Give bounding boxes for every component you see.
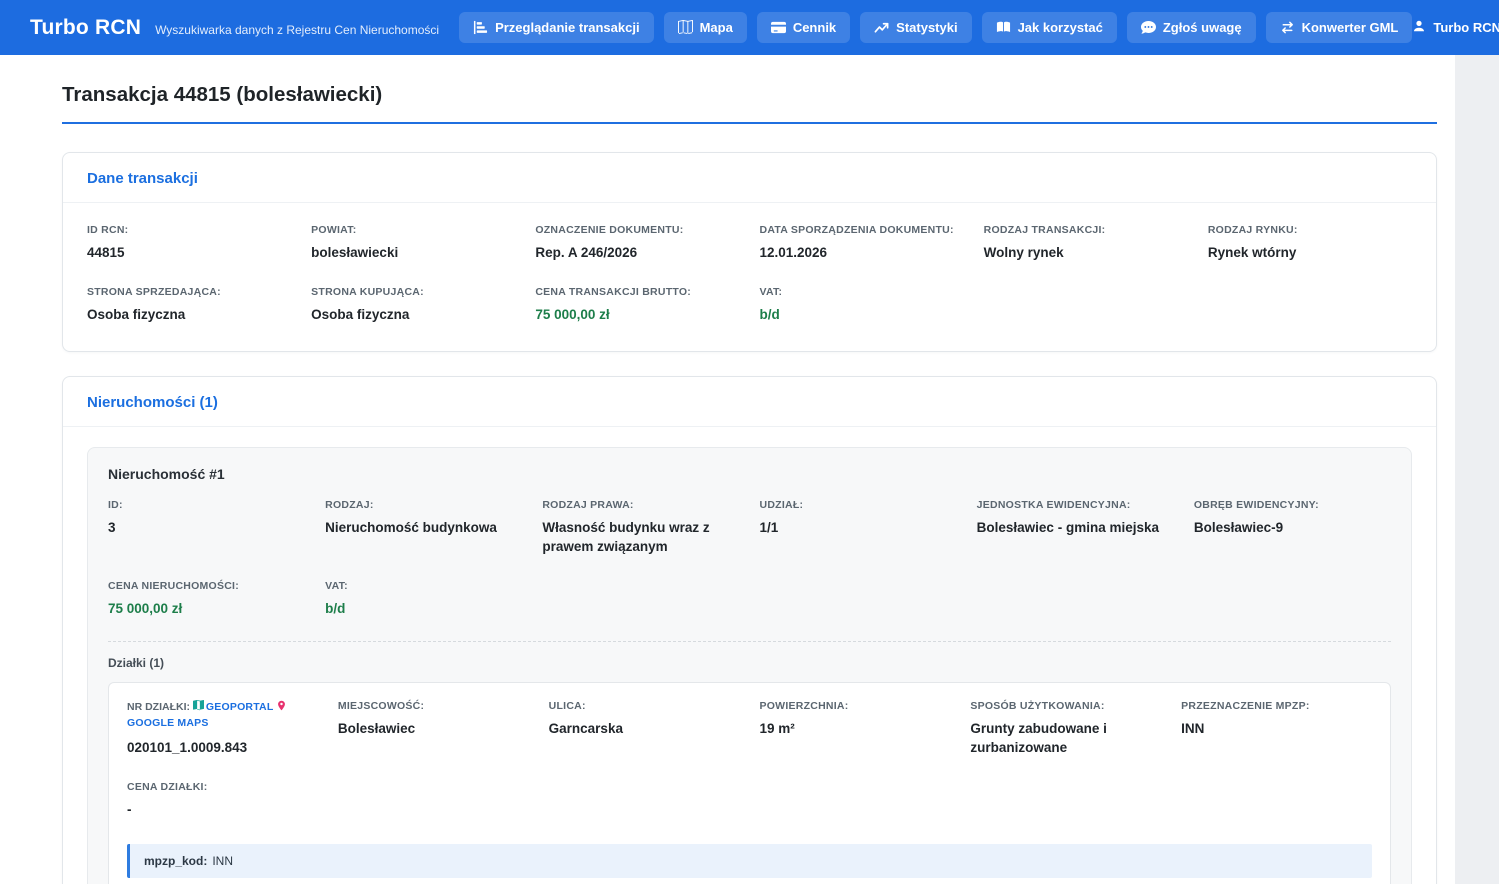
nav-label: Mapa	[700, 20, 733, 35]
nav-gml-converter-button[interactable]: Konwerter GML	[1266, 12, 1413, 43]
geoportal-map-icon	[193, 701, 206, 713]
nav-how-to-use-button[interactable]: Jak korzystać	[982, 12, 1117, 43]
brand: Turbo RCN Wyszukiwarka danych z Rejestru…	[30, 16, 439, 40]
brand-subtitle: Wyszukiwarka danych z Rejestru Cen Nieru…	[155, 23, 439, 37]
nav-map-button[interactable]: Mapa	[664, 12, 747, 43]
transaction-card-header: Dane transakcji	[63, 153, 1436, 203]
field-strona-sprzedajaca: STRONA SPRZEDAJĄCA: Osoba fizyczna	[87, 285, 291, 325]
chat-icon	[1141, 20, 1156, 35]
property-1-title: Nieruchomość #1	[108, 466, 1391, 482]
parcel-number-value: 020101_1.0009.843	[127, 739, 318, 758]
google-maps-pin-icon	[276, 701, 289, 713]
top-navbar: Turbo RCN Wyszukiwarka danych z Rejestru…	[0, 0, 1499, 55]
property-1-card: Nieruchomość #1 ID: 3 RODZAJ: Nieruchomo…	[87, 447, 1412, 884]
properties-card-body: Nieruchomość #1 ID: 3 RODZAJ: Nieruchomo…	[63, 427, 1436, 884]
properties-card-header: Nieruchomości (1)	[63, 377, 1436, 427]
field-parcel-ulica: ULICA: Garncarska	[549, 699, 740, 758]
field-parcel-miejscowosc: MIEJSCOWOŚĆ: Bolesławiec	[338, 699, 529, 758]
field-parcel-powierzchnia: POWIERZCHNIA: 19 m²	[759, 699, 950, 758]
credit-card-icon	[771, 20, 786, 35]
field-strona-kupujaca: STRONA KUPUJĄCA: Osoba fizyczna	[311, 285, 515, 325]
title-underline	[62, 122, 1437, 124]
field-cena-nieruchomosci: CENA NIERUCHOMOŚCI: 75 000,00 zł	[108, 579, 305, 619]
main-content: Transakcja 44815 (bolesławiecki) Dane tr…	[62, 55, 1437, 884]
section-divider	[108, 641, 1391, 642]
field-cena-dzialki: CENA DZIAŁKI: -	[127, 780, 318, 820]
field-data-sporzadzenia: DATA SPORZĄDZENIA DOKUMENTU: 12.01.2026	[760, 223, 964, 263]
nav-label: Cennik	[793, 20, 836, 35]
user-name: Turbo RCN	[1433, 20, 1499, 35]
brand-title: Turbo RCN	[30, 16, 141, 40]
field-rodzaj-transakcji: RODZAJ TRANSAKCJI: Wolny rynek	[984, 223, 1188, 263]
nav-browse-transactions-button[interactable]: Przeglądanie transakcji	[459, 12, 654, 43]
scrollbar-gutter[interactable]	[1455, 55, 1499, 884]
parcel-fields: NR DZIAŁKI: GEOPORTAL GOOGLE MAPS 020101…	[127, 699, 1372, 878]
field-jednostka-ewidencyjna: JEDNOSTKA EWIDENCYJNA: Bolesławiec - gmi…	[977, 498, 1174, 557]
nav-label: Statystyki	[896, 20, 957, 35]
nav-statistics-button[interactable]: Statystyki	[860, 12, 971, 43]
mpzp-key: mpzp_kod:	[144, 854, 207, 868]
transaction-card-title: Dane transakcji	[87, 170, 198, 187]
nav-label: Konwerter GML	[1302, 20, 1399, 35]
field-property-vat: VAT: b/d	[325, 579, 522, 619]
convert-arrows-icon	[1280, 20, 1295, 35]
field-id-rcn: ID RCN: 44815	[87, 223, 291, 263]
person-icon	[1412, 19, 1426, 36]
field-nr-dzialki: NR DZIAŁKI: GEOPORTAL GOOGLE MAPS 020101…	[127, 699, 318, 758]
user-area: Turbo RCN Wyloguj	[1412, 12, 1499, 43]
graph-up-icon	[874, 20, 889, 35]
field-parcel-przeznaczenie-mpzp: PRZEZNACZENIE MPZP: INN	[1181, 699, 1372, 758]
transaction-card-body: ID RCN: 44815 POWIAT: bolesławiecki OZNA…	[63, 203, 1436, 351]
nav-report-issue-button[interactable]: Zgłoś uwagę	[1127, 12, 1256, 43]
property-fields: ID: 3 RODZAJ: Nieruchomość budynkowa ROD…	[108, 498, 1391, 619]
nav-pricing-button[interactable]: Cennik	[757, 12, 850, 43]
parcels-section-title: Działki (1)	[108, 656, 1391, 670]
field-obreb-ewidencyjny: OBRĘB EWIDENCYJNY: Bolesławiec-9	[1194, 498, 1391, 557]
field-rodzaj-prawa: RODZAJ PRAWA: Własność budynku wraz z pr…	[542, 498, 739, 557]
field-vat: VAT: b/d	[760, 285, 964, 325]
transaction-fields: ID RCN: 44815 POWIAT: bolesławiecki OZNA…	[87, 223, 1412, 325]
user-menu[interactable]: Turbo RCN	[1412, 19, 1499, 36]
map-icon	[678, 20, 693, 35]
nav-label: Przeglądanie transakcji	[495, 20, 640, 35]
field-property-id: ID: 3	[108, 498, 305, 557]
parcel-1-card: NR DZIAŁKI: GEOPORTAL GOOGLE MAPS 020101…	[108, 682, 1391, 884]
field-cena-transakcji-brutto: CENA TRANSAKCJI BRUTTO: 75 000,00 zł	[535, 285, 739, 325]
parcel-number-label: NR DZIAŁKI:	[127, 701, 190, 713]
page-title: Transakcja 44815 (bolesławiecki)	[62, 83, 1437, 107]
transaction-data-card: Dane transakcji ID RCN: 44815 POWIAT: bo…	[62, 152, 1437, 352]
nav-label: Zgłoś uwagę	[1163, 20, 1242, 35]
properties-card-title: Nieruchomości (1)	[87, 394, 218, 411]
field-parcel-sposob-uzytkowania: SPOSÓB UŻYTKOWANIA: Grunty zabudowane i …	[970, 699, 1161, 758]
mpzp-code-bar: mpzp_kod: INN	[127, 844, 1372, 878]
field-oznaczenie-dokumentu: OZNACZENIE DOKUMENTU: Rep. A 246/2026	[535, 223, 739, 263]
field-rodzaj: RODZAJ: Nieruchomość budynkowa	[325, 498, 522, 557]
properties-card: Nieruchomości (1) Nieruchomość #1 ID: 3 …	[62, 376, 1437, 884]
main-navigation: Przeglądanie transakcji Mapa Cennik Stat…	[459, 12, 1412, 43]
field-udzial: UDZIAŁ: 1/1	[760, 498, 957, 557]
field-rodzaj-rynku: RODZAJ RYNKU: Rynek wtórny	[1208, 223, 1412, 263]
geoportal-link[interactable]: GEOPORTAL	[193, 701, 274, 713]
bar-chart-steps-icon	[473, 20, 488, 35]
book-icon	[996, 20, 1011, 35]
nav-label: Jak korzystać	[1018, 20, 1103, 35]
field-powiat: POWIAT: bolesławiecki	[311, 223, 515, 263]
mpzp-value: INN	[212, 854, 233, 868]
